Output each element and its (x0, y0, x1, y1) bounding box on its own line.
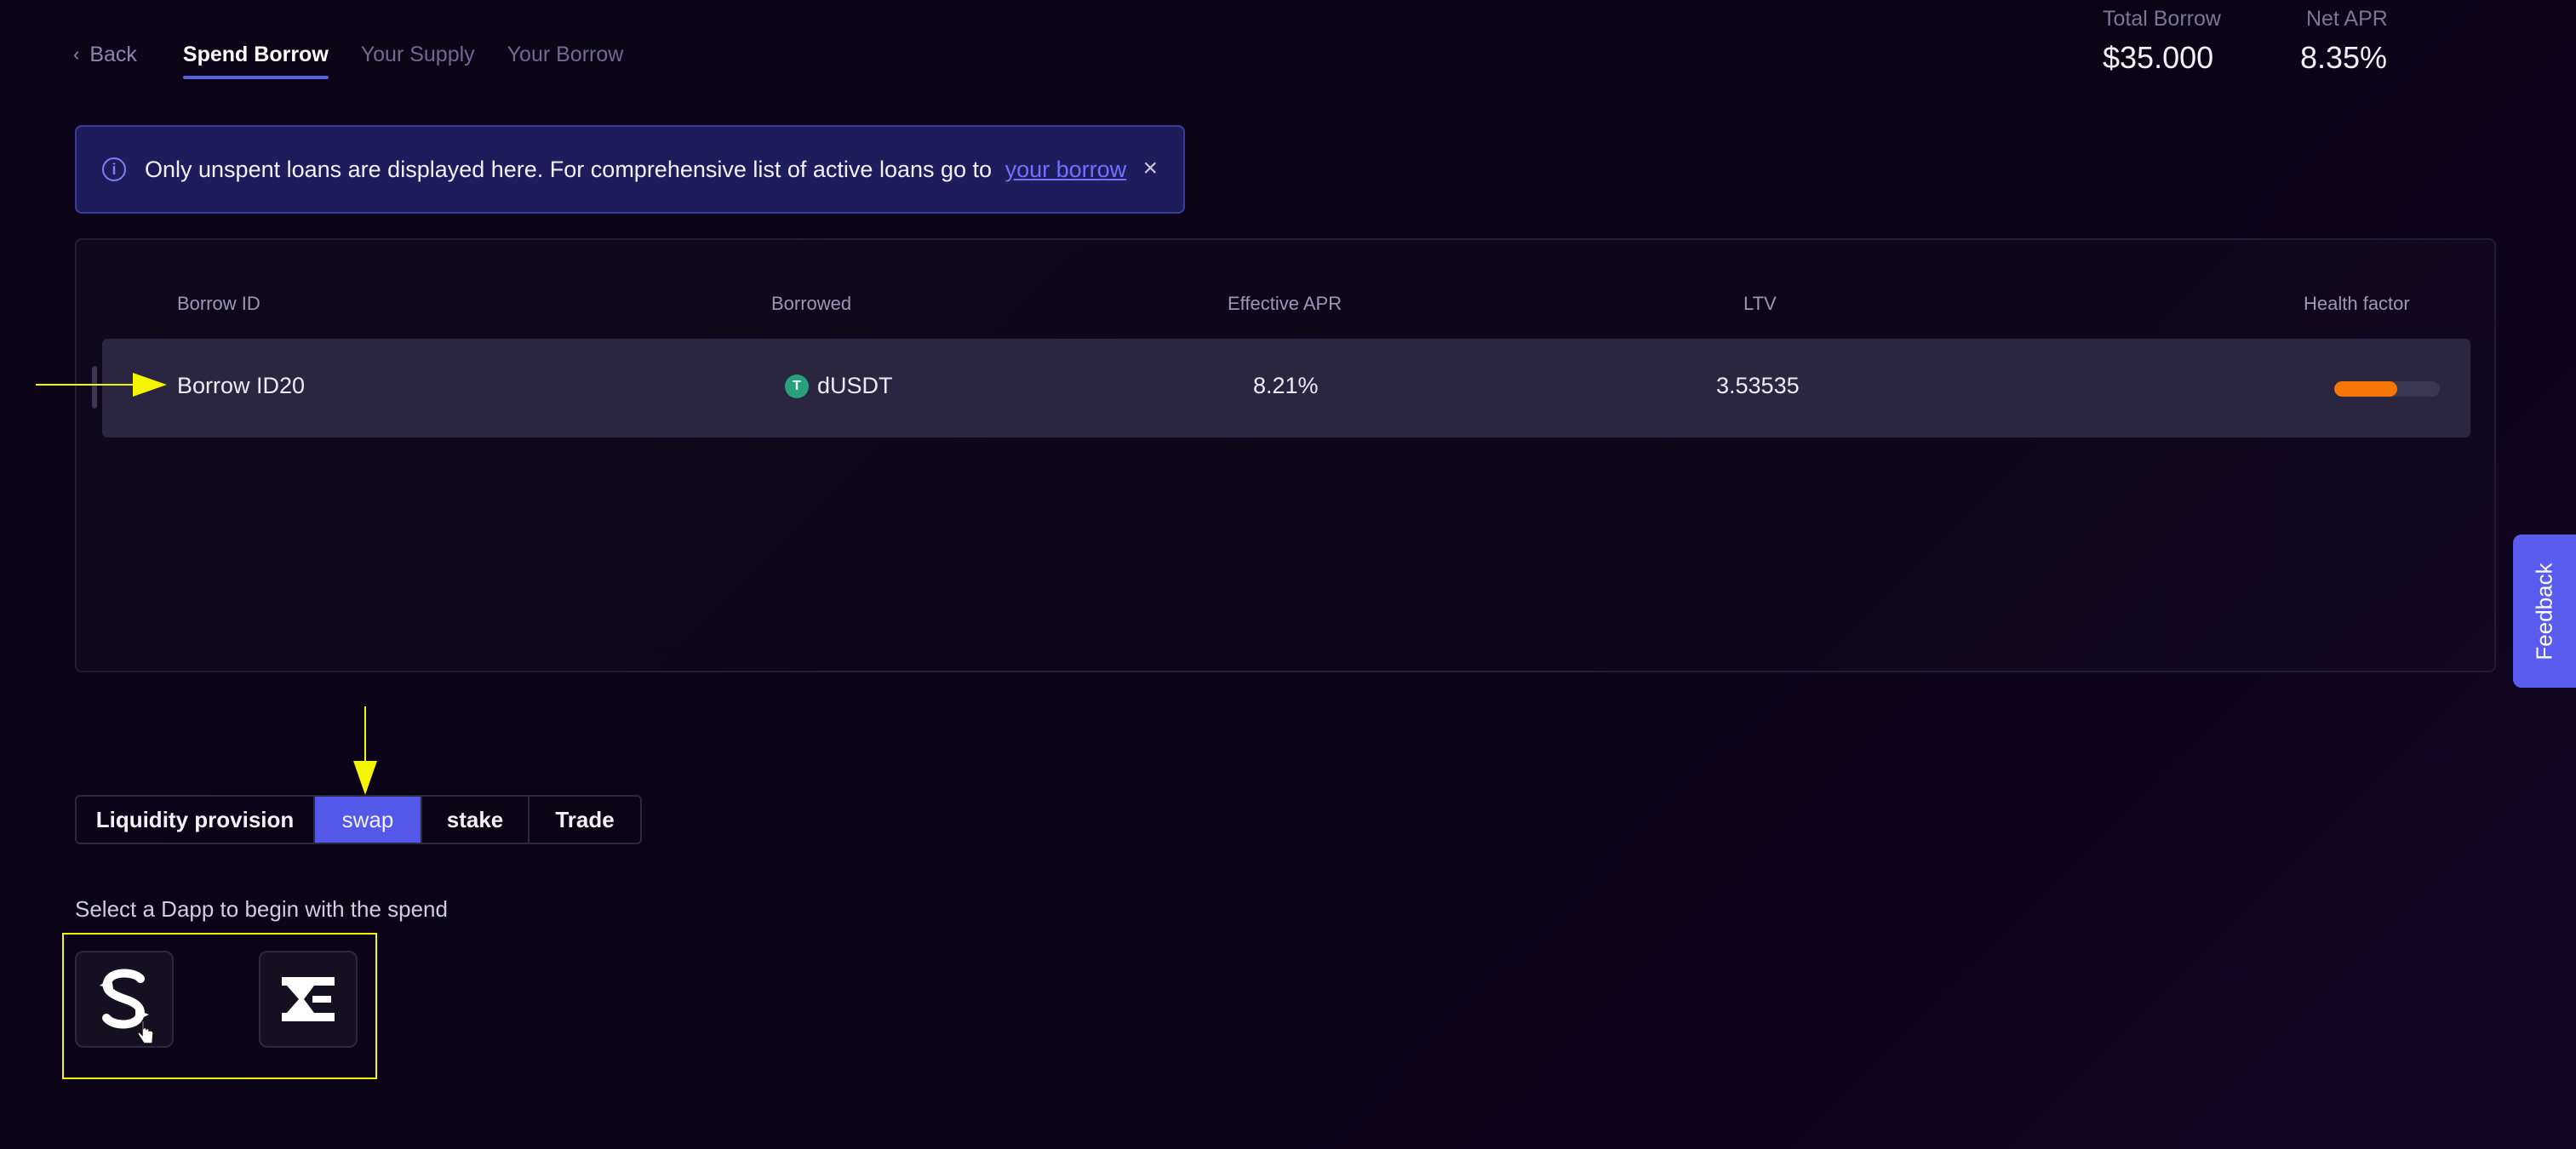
header-ltv: LTV (1743, 293, 1777, 314)
header-health-factor: Health factor (2304, 293, 2410, 314)
zeta-logo-icon (282, 977, 335, 1021)
category-swap[interactable]: swap (315, 797, 422, 843)
health-factor-bar (2334, 381, 2440, 397)
category-trade[interactable]: Trade (530, 797, 640, 843)
banner-message: Only unspent loans are displayed here. F… (145, 157, 1126, 183)
info-icon: i (102, 157, 126, 181)
hand-pointer-icon (137, 1020, 154, 1044)
your-borrow-link[interactable]: your borrow (1005, 157, 1127, 182)
close-icon[interactable]: × (1142, 154, 1158, 183)
health-factor-fill (2334, 381, 2398, 397)
chevron-left-icon: ‹ (73, 43, 80, 65)
borrowed-token-label: dUSDT (817, 373, 893, 398)
category-stake[interactable]: stake (422, 797, 530, 843)
unspent-loans-table: Borrow ID Borrowed Effective APR LTV Hea… (75, 238, 2496, 672)
effective-apr-cell: 8.21% (1253, 373, 1319, 398)
net-apr-label: Net APR (2305, 7, 2388, 31)
banner-text: Only unspent loans are displayed here. F… (145, 156, 993, 182)
total-borrow-label: Total Borrow (2103, 7, 2221, 31)
usdt-token-icon: T (785, 374, 809, 398)
dapp-category-selector: Liquidity provision swap stake Trade (75, 795, 642, 844)
borrowed-cell: T dUSDT (785, 373, 893, 399)
dapp-zeta-button[interactable] (259, 951, 358, 1048)
header-borrowed: Borrowed (771, 293, 852, 314)
info-banner: i Only unspent loans are displayed here.… (75, 125, 1185, 214)
top-navigation: ‹ Back Spend Borrow Your Supply Your Bor… (73, 37, 655, 79)
select-dapp-label: Select a Dapp to begin with the spend (75, 896, 448, 922)
category-liquidity-provision[interactable]: Liquidity provision (77, 797, 315, 843)
borrow-stats: Total Borrow $35.000 Net APR 8.35% (2103, 7, 2473, 76)
row-drag-handle[interactable] (92, 366, 97, 409)
total-borrow-value: $35.000 (2103, 40, 2214, 75)
back-label: Back (89, 42, 137, 66)
table-row[interactable]: Borrow ID20 T dUSDT 8.21% 3.53535 (102, 339, 2470, 437)
header-borrow-id: Borrow ID (177, 293, 260, 314)
annotation-arrow-right (36, 373, 167, 397)
back-button[interactable]: ‹ Back (73, 43, 137, 67)
header-effective-apr: Effective APR (1228, 293, 1342, 314)
net-apr-value: 8.35% (2299, 40, 2388, 75)
feedback-label: Feedback (2531, 562, 2557, 660)
tab-spend-borrow[interactable]: Spend Borrow (182, 43, 329, 79)
dapp-sushi-button[interactable] (75, 951, 174, 1048)
borrow-id-cell: Borrow ID20 (177, 373, 306, 398)
annotation-arrow-down (353, 706, 377, 795)
ltv-cell: 3.53535 (1716, 373, 1800, 398)
total-borrow-stat: Total Borrow $35.000 (2103, 7, 2221, 76)
feedback-button[interactable]: Feedback (2513, 534, 2576, 688)
table-header: Borrow ID Borrowed Effective APR LTV Hea… (77, 293, 2494, 318)
net-apr-stat: Net APR 8.35% (2300, 7, 2388, 76)
tab-your-borrow[interactable]: Your Borrow (507, 43, 624, 79)
tab-your-supply[interactable]: Your Supply (361, 43, 475, 79)
